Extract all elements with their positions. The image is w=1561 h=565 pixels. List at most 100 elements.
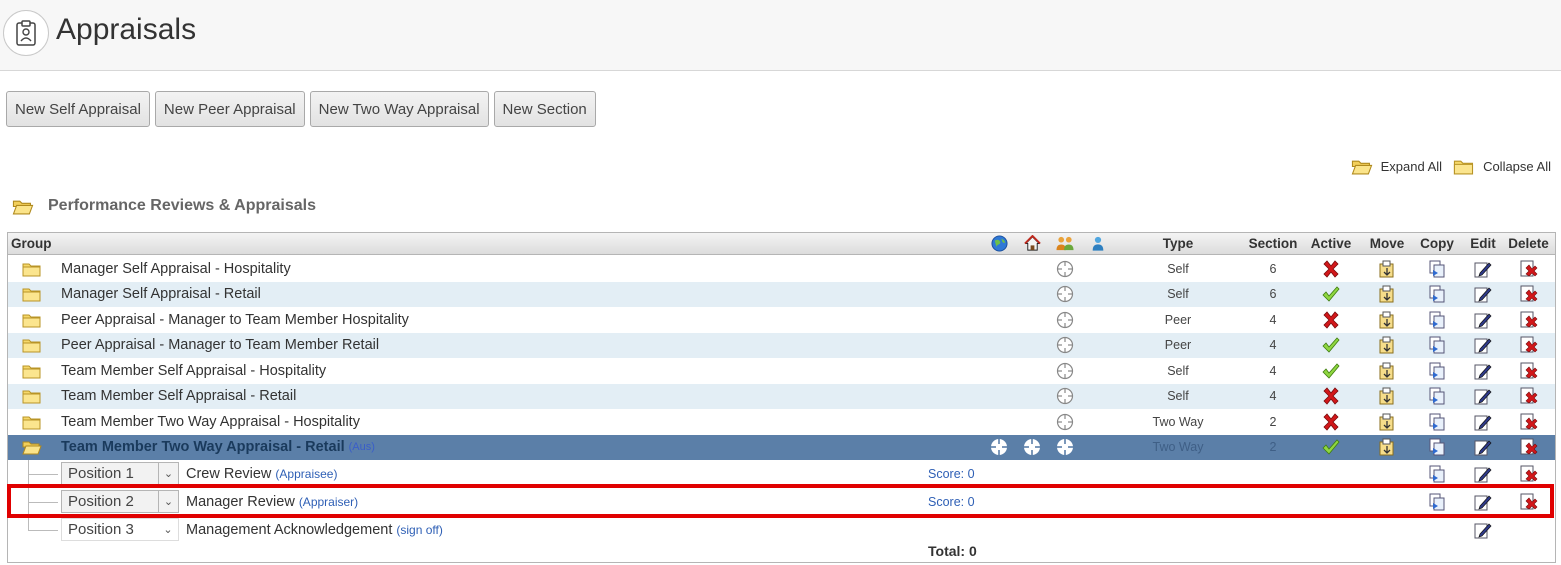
group-row[interactable]: Manager Self Appraisal - Hospitality Sel… bbox=[8, 256, 1555, 282]
position-select[interactable]: Position 3 ⌄ bbox=[61, 518, 179, 541]
edit-icon[interactable] bbox=[1460, 333, 1506, 359]
review-row[interactable]: Position 1 ⌄ Crew Review (Appraisee) Scor… bbox=[8, 460, 1555, 488]
crosshair-icon[interactable] bbox=[1054, 256, 1076, 282]
group-row[interactable]: Team Member Self Appraisal - Retail Self… bbox=[8, 383, 1555, 410]
new-peer-appraisal-button[interactable]: New Peer Appraisal bbox=[154, 91, 305, 127]
delete-icon[interactable] bbox=[1502, 460, 1555, 488]
column-header-section[interactable]: Section bbox=[1244, 233, 1302, 254]
delete-icon[interactable] bbox=[1502, 333, 1555, 359]
folder-open-icon[interactable] bbox=[22, 435, 42, 461]
check-icon[interactable] bbox=[1306, 333, 1356, 359]
delete-icon[interactable] bbox=[1502, 435, 1555, 461]
edit-icon[interactable] bbox=[1460, 307, 1506, 333]
edit-icon[interactable] bbox=[1460, 256, 1506, 282]
position-select[interactable]: Position 2 ⌄ bbox=[61, 490, 179, 513]
check-icon[interactable] bbox=[1306, 358, 1356, 384]
crosshair-icon[interactable] bbox=[1054, 333, 1076, 359]
copy-icon[interactable] bbox=[1412, 307, 1462, 333]
review-row[interactable]: Position 2 ⌄ Manager Review (Appraiser) S… bbox=[8, 488, 1555, 516]
folder-icon[interactable] bbox=[22, 307, 42, 333]
copy-icon[interactable] bbox=[1412, 384, 1462, 410]
edit-icon[interactable] bbox=[1460, 460, 1506, 488]
copy-icon[interactable] bbox=[1412, 358, 1462, 384]
delete-icon[interactable] bbox=[1502, 488, 1555, 516]
new-self-appraisal-button[interactable]: New Self Appraisal bbox=[6, 91, 150, 127]
delete-icon[interactable] bbox=[1502, 358, 1555, 384]
cross-icon[interactable] bbox=[1306, 409, 1356, 435]
copy-icon[interactable] bbox=[1412, 333, 1462, 359]
expand-all-link[interactable]: Expand All bbox=[1351, 158, 1442, 175]
group-name[interactable]: Team Member Two Way Appraisal - Hospital… bbox=[61, 409, 360, 435]
group-name[interactable]: Team Member Self Appraisal - Retail bbox=[61, 384, 296, 410]
edit-icon[interactable] bbox=[1460, 435, 1506, 461]
move-icon[interactable] bbox=[1362, 384, 1412, 410]
copy-icon[interactable] bbox=[1412, 409, 1462, 435]
folder-icon[interactable] bbox=[22, 333, 42, 359]
group-name[interactable]: Peer Appraisal - Manager to Team Member … bbox=[61, 307, 409, 333]
move-icon[interactable] bbox=[1362, 307, 1412, 333]
group-row[interactable]: Team Member Two Way Appraisal - Hospital… bbox=[8, 409, 1555, 435]
delete-icon[interactable] bbox=[1502, 384, 1555, 410]
crosshair-icon[interactable] bbox=[1054, 307, 1076, 333]
group-row[interactable]: Team Member Self Appraisal - Hospitality… bbox=[8, 358, 1555, 384]
folder-icon[interactable] bbox=[22, 282, 42, 308]
move-icon[interactable] bbox=[1362, 409, 1412, 435]
folder-icon[interactable] bbox=[22, 358, 42, 384]
group-name[interactable]: Manager Self Appraisal - Retail bbox=[61, 282, 261, 308]
crosshair-icon[interactable] bbox=[1054, 409, 1076, 435]
check-icon[interactable] bbox=[1306, 282, 1356, 308]
review-role-link[interactable]: (Appraiser) bbox=[299, 495, 358, 509]
column-header-active[interactable]: Active bbox=[1306, 233, 1356, 254]
edit-icon[interactable] bbox=[1460, 409, 1506, 435]
copy-icon[interactable] bbox=[1412, 256, 1462, 282]
crosshair-icon[interactable] bbox=[988, 435, 1010, 461]
copy-icon[interactable] bbox=[1412, 488, 1462, 516]
cross-icon[interactable] bbox=[1306, 307, 1356, 333]
delete-icon[interactable] bbox=[1502, 307, 1555, 333]
column-header-group[interactable]: Group bbox=[11, 233, 52, 254]
move-icon[interactable] bbox=[1362, 282, 1412, 308]
edit-icon[interactable] bbox=[1460, 282, 1506, 308]
new-section-button[interactable]: New Section bbox=[493, 91, 596, 127]
review-role-link[interactable]: (sign off) bbox=[396, 523, 442, 537]
crosshair-icon[interactable] bbox=[1021, 435, 1043, 461]
move-icon[interactable] bbox=[1362, 333, 1412, 359]
edit-icon[interactable] bbox=[1460, 358, 1506, 384]
move-icon[interactable] bbox=[1362, 435, 1412, 461]
folder-icon[interactable] bbox=[22, 256, 42, 282]
group-name[interactable]: Manager Self Appraisal - Hospitality bbox=[61, 256, 291, 282]
group-row[interactable]: Team Member Two Way Appraisal - Retail (A… bbox=[8, 434, 1555, 461]
section-title[interactable]: Performance Reviews & Appraisals bbox=[12, 197, 316, 215]
edit-icon[interactable] bbox=[1460, 384, 1506, 410]
move-icon[interactable] bbox=[1362, 358, 1412, 384]
move-icon[interactable] bbox=[1362, 256, 1412, 282]
copy-icon[interactable] bbox=[1412, 435, 1462, 461]
cross-icon[interactable] bbox=[1306, 384, 1356, 410]
group-row[interactable]: Manager Self Appraisal - Retail Self 6 bbox=[8, 281, 1555, 308]
folder-icon[interactable] bbox=[22, 384, 42, 410]
delete-icon[interactable] bbox=[1502, 409, 1555, 435]
check-icon[interactable] bbox=[1306, 435, 1356, 461]
cross-icon[interactable] bbox=[1306, 256, 1356, 282]
delete-icon[interactable] bbox=[1502, 256, 1555, 282]
edit-icon[interactable] bbox=[1460, 488, 1506, 516]
crosshair-icon[interactable] bbox=[1054, 384, 1076, 410]
group-name[interactable]: Team Member Self Appraisal - Hospitality bbox=[61, 358, 326, 384]
folder-icon[interactable] bbox=[22, 409, 42, 435]
score-link[interactable]: Score: 0 bbox=[928, 495, 975, 509]
group-name[interactable]: Peer Appraisal - Manager to Team Member … bbox=[61, 333, 379, 359]
score-link[interactable]: Score: 0 bbox=[928, 467, 975, 481]
position-select[interactable]: Position 1 ⌄ bbox=[61, 462, 179, 485]
new-two-way-appraisal-button[interactable]: New Two Way Appraisal bbox=[309, 91, 489, 127]
copy-icon[interactable] bbox=[1412, 282, 1462, 308]
group-row[interactable]: Peer Appraisal - Manager to Team Member … bbox=[8, 332, 1555, 359]
column-header-type[interactable]: Type bbox=[1138, 233, 1218, 254]
collapse-all-link[interactable]: Collapse All bbox=[1453, 158, 1551, 175]
group-name[interactable]: Team Member Two Way Appraisal - Retail (A… bbox=[61, 435, 375, 461]
crosshair-icon[interactable] bbox=[1054, 282, 1076, 308]
review-role-link[interactable]: (Appraisee) bbox=[275, 467, 337, 481]
crosshair-icon[interactable] bbox=[1054, 435, 1076, 461]
crosshair-icon[interactable] bbox=[1054, 358, 1076, 384]
copy-icon[interactable] bbox=[1412, 460, 1462, 488]
delete-icon[interactable] bbox=[1502, 282, 1555, 308]
